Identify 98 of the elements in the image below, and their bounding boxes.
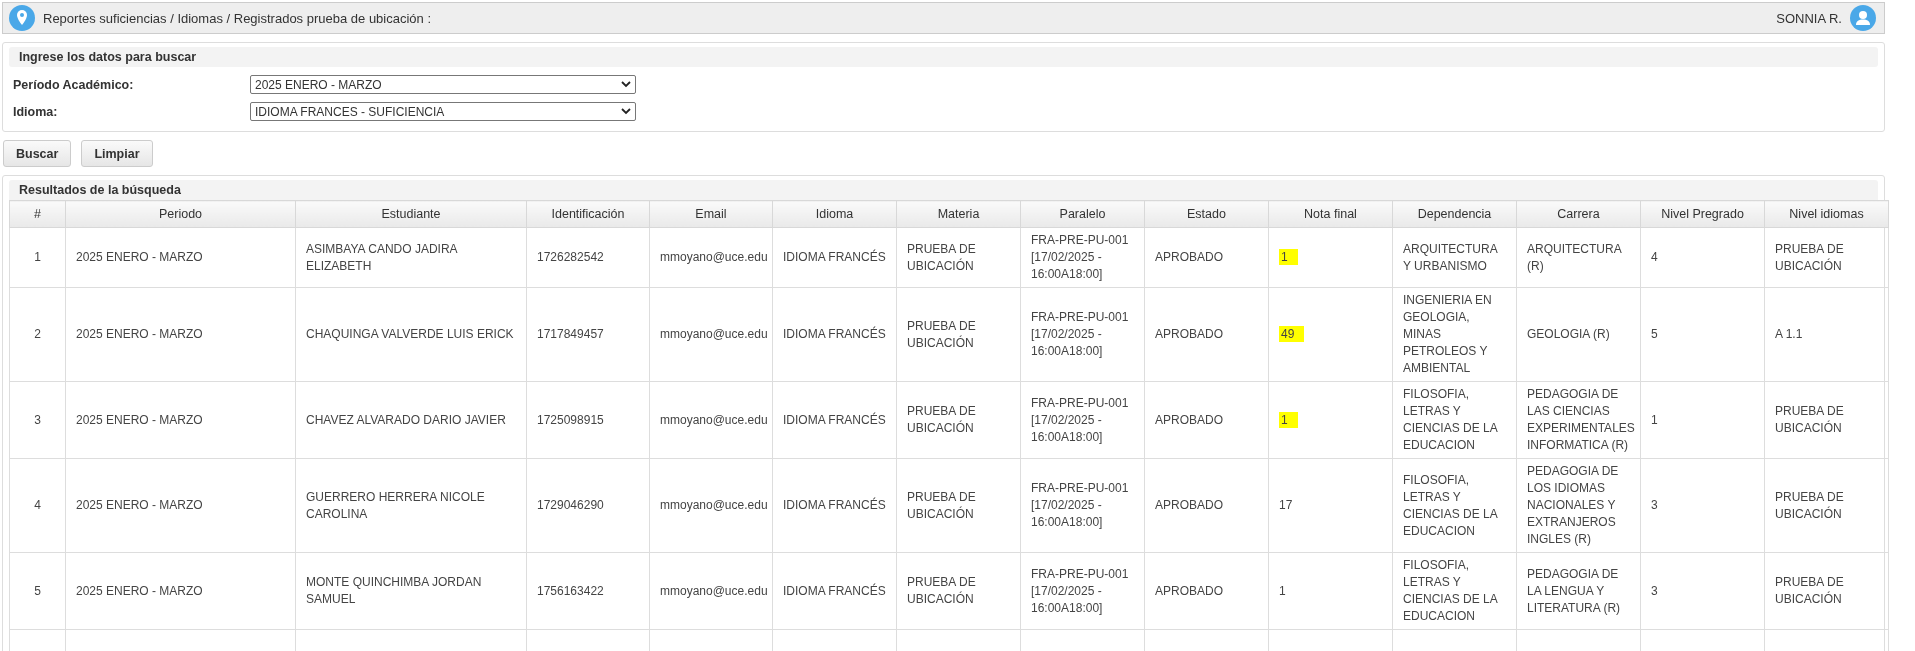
table-cell: 5: [9, 552, 66, 630]
column-header[interactable]: Materia: [896, 200, 1021, 228]
table-cell: IDIOMA FRANCÉS: [772, 552, 897, 630]
table-cell: 2025 ENERO - MARZO: [65, 458, 296, 553]
table-cell: FRA-PRE-PU-001 [17/02/2025 - 16:00A18:00]: [1020, 287, 1145, 382]
column-header[interactable]: Nota final: [1268, 200, 1393, 228]
table-cell: 2025 ENERO - MARZO: [65, 227, 296, 288]
table-cell: 3: [9, 381, 66, 459]
table-cell: CHAVEZ ALVARADO DARIO JAVIER: [295, 381, 527, 459]
table-cell: PRUEBA DE UBICACIÓN: [1764, 381, 1889, 459]
table-cell: APROBADO: [1144, 381, 1269, 459]
table-cell: 2025 ENERO - MARZO: [65, 381, 296, 459]
grade-value: 1: [1279, 583, 1286, 598]
table-cell: PRUEBA DE UBICACIÓN: [896, 458, 1021, 553]
table-cell: APROBADO: [1144, 552, 1269, 630]
table-cell: 1756163422: [526, 552, 650, 630]
table-cell: PRUEBA DE UBICACIÓN: [896, 381, 1021, 459]
table-cell: CHAQUINGA VALVERDE LUIS ERICK: [295, 287, 527, 382]
table-cell: IDIOMA FRANCÉS: [772, 458, 897, 553]
caret-icon: [621, 108, 631, 115]
table-cell: FILOSOFIA, LETRAS Y CIENCIAS DE LA EDUCACION: [1392, 458, 1517, 553]
table-cell: ARQUITECTURA (R): [1516, 227, 1641, 288]
dropdown[interactable]: 2025 ENERO - MARZO: [250, 75, 636, 94]
table-cell: ARQUITECTURA Y URBANISMO: [1392, 227, 1517, 288]
panel-title: Ingrese los datos para buscar: [9, 47, 1878, 67]
table-cell: 2025 ENERO - MARZO: [65, 287, 296, 382]
table-cell: mmoyano@uce.edu: [649, 458, 773, 553]
table-cell: APROBADO: [1144, 227, 1269, 288]
breadcrumb: Reportes suficiencias / Idiomas / Registrados prueba de ubicación :: [43, 10, 433, 26]
dropdown[interactable]: IDIOMA FRANCES - SUFICIENCIA: [250, 102, 636, 121]
table-cell: 1717849457: [526, 287, 650, 382]
column-header[interactable]: Estudiante: [295, 200, 527, 228]
action-button[interactable]: Limpiar: [81, 140, 153, 167]
table-cell: IDIOMA FRANCÉS: [772, 381, 897, 459]
table-cell: APROBADO: [1144, 287, 1269, 382]
table-cell: mmoyano@uce.edu: [649, 552, 773, 630]
column-header[interactable]: Nivel idiomas: [1764, 200, 1889, 228]
table-cell: 4: [1640, 227, 1765, 288]
table-cell: 1726282542: [526, 227, 650, 288]
table-cell: 1729046290: [526, 458, 650, 553]
table-cell: FILOSOFIA, LETRAS Y CIENCIAS DE LA EDUCACION: [1392, 381, 1517, 459]
table-cell: 1725098915: [526, 381, 650, 459]
table-cell: IDIOMA FRANCÉS: [772, 227, 897, 288]
grade-value: 1: [1279, 249, 1298, 265]
column-header[interactable]: Dependencia: [1392, 200, 1517, 228]
panel-title: Resultados de la búsqueda: [9, 180, 1878, 200]
table-cell: mmoyano@uce.edu: [649, 287, 773, 382]
column-header[interactable]: Carrera: [1516, 200, 1641, 228]
table-cell: PRUEBA DE UBICACIÓN: [1764, 552, 1889, 630]
table-cell: PRUEBA DE UBICACIÓN: [896, 227, 1021, 288]
table-cell: 3: [1640, 458, 1765, 553]
table-cell: FRA-PRE-PU-001 [17/02/2025 - 16:00A18:00]: [1020, 381, 1145, 459]
table-cell: mmoyano@uce.edu: [649, 381, 773, 459]
table-cell: 2025 ENERO - MARZO: [65, 552, 296, 630]
column-header[interactable]: Nivel Pregrado: [1640, 200, 1765, 228]
table-cell: FILOSOFIA, LETRAS Y CIENCIAS DE LA EDUCACION: [1392, 552, 1517, 630]
caret-icon: [621, 81, 631, 88]
table-cell: GEOLOGIA (R): [1516, 287, 1641, 382]
column-header[interactable]: #: [9, 200, 66, 228]
table-cell: 1: [1640, 381, 1765, 459]
table-cell: APROBADO: [1144, 458, 1269, 553]
table-cell: PRUEBA DE UBICACIÓN: [1764, 227, 1889, 288]
table-cell: 3: [1640, 552, 1765, 630]
location-pin-icon: [9, 5, 35, 31]
table-cell: mmoyano@uce.edu: [649, 227, 773, 288]
table-cell: 5: [1640, 287, 1765, 382]
table-cell: 1: [9, 227, 66, 288]
table-cell: FRA-PRE-PU-001 [17/02/2025 - 16:00A18:00]: [1020, 227, 1145, 288]
column-header[interactable]: Paralelo: [1020, 200, 1145, 228]
table-cell: PEDAGOGIA DE LAS CIENCIAS EXPERIMENTALES INFORMATICA (R): [1516, 381, 1641, 459]
table-cell: 2: [9, 287, 66, 382]
table-cell: GUERRERO HERRERA NICOLE CAROLINA: [295, 458, 527, 553]
grade-value: 49: [1279, 326, 1305, 342]
table-cell: INGENIERIA EN GEOLOGIA, MINAS PETROLEOS Y AMBIENTAL: [1392, 287, 1517, 382]
action-button[interactable]: Buscar: [3, 140, 72, 167]
table-cell: PRUEBA DE UBICACIÓN: [1764, 458, 1889, 553]
user-name: SONNIA R.: [1776, 10, 1842, 26]
column-header[interactable]: Periodo: [65, 200, 296, 228]
user-avatar-icon[interactable]: [1850, 5, 1876, 31]
column-header[interactable]: Idioma: [772, 200, 897, 228]
column-header[interactable]: Identificación: [526, 200, 650, 228]
table-cell: IDIOMA FRANCÉS: [772, 287, 897, 382]
field-label: Período Académico:: [13, 77, 135, 92]
field-label: Idioma:: [13, 104, 59, 119]
table-cell: PEDAGOGIA DE LOS IDIOMAS NACIONALES Y EXTRANJEROS INGLES (R): [1516, 458, 1641, 553]
column-header[interactable]: Email: [649, 200, 773, 228]
table-cell: PRUEBA DE UBICACIÓN: [896, 287, 1021, 382]
table-cell: MONTE QUINCHIMBA JORDAN SAMUEL: [295, 552, 527, 630]
table-cell: A 1.1: [1764, 287, 1889, 382]
grade-value: 1: [1279, 411, 1298, 428]
table-cell: ASIMBAYA CANDO JADIRA ELIZABETH: [295, 227, 527, 288]
table-cell: FRA-PRE-PU-001 [17/02/2025 - 16:00A18:00]: [1020, 552, 1145, 630]
column-header[interactable]: Estado: [1144, 200, 1269, 228]
table-cell: FRA-PRE-PU-001 [17/02/2025 - 16:00A18:00]: [1020, 458, 1145, 553]
table-cell: PEDAGOGIA DE LA LENGUA Y LITERATURA (R): [1516, 552, 1641, 630]
table-cell: 4: [9, 458, 66, 553]
grade-value: 17: [1279, 498, 1293, 512]
table-cell: PRUEBA DE UBICACIÓN: [896, 552, 1021, 630]
